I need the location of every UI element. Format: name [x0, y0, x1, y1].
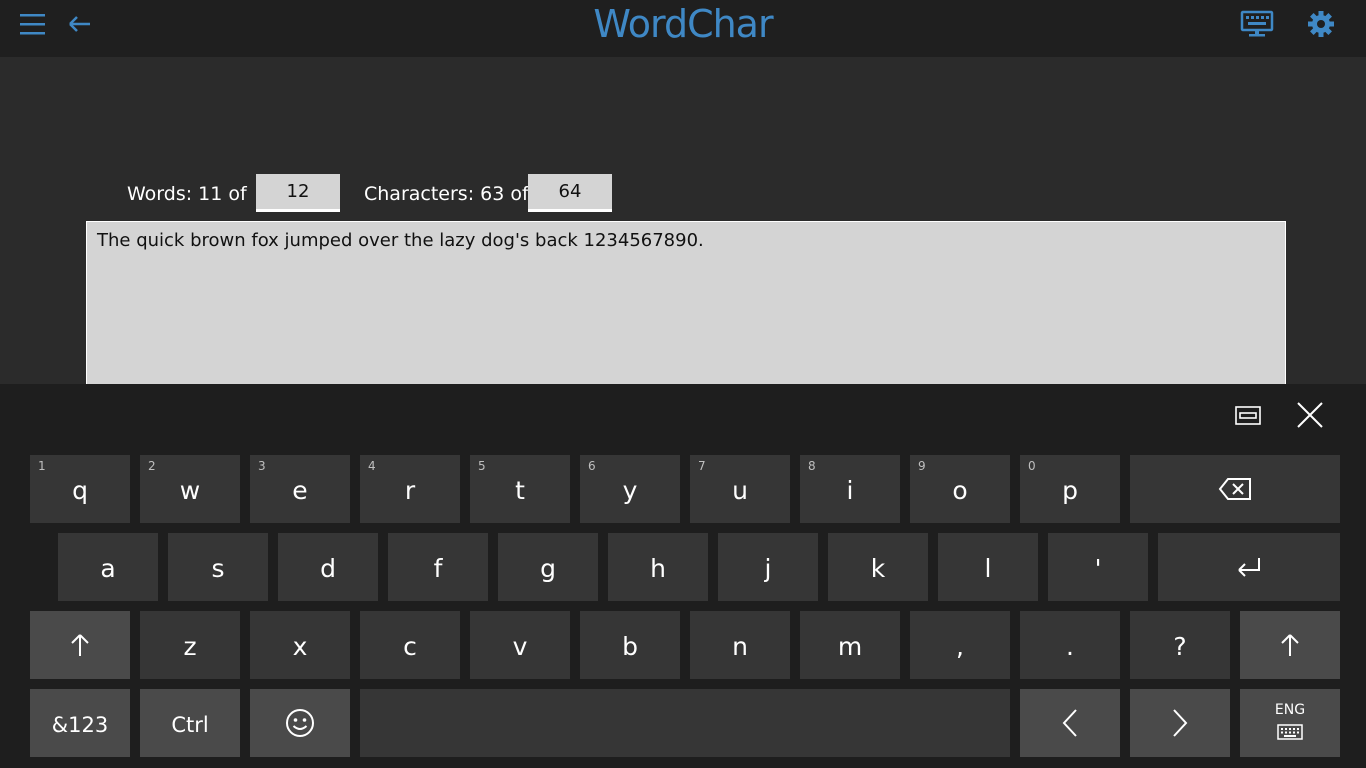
key-number-hint: 5 — [478, 459, 486, 473]
key[interactable]: f — [388, 533, 488, 601]
key[interactable]: . — [1020, 611, 1120, 679]
key-number-hint: 0 — [1028, 459, 1036, 473]
key-label: w — [179, 476, 201, 505]
emoji-key[interactable] — [250, 689, 350, 757]
left-arrow-icon — [1062, 709, 1077, 737]
dock-keyboard-icon[interactable] — [1234, 404, 1262, 428]
key-number-hint: 2 — [148, 459, 156, 473]
title-bar: WordChar — [0, 0, 1366, 57]
backspace-key[interactable] — [1130, 455, 1340, 523]
enter-key[interactable] — [1158, 533, 1340, 601]
key[interactable]: c — [360, 611, 460, 679]
key[interactable]: , — [910, 611, 1010, 679]
key-label: u — [732, 476, 748, 505]
key[interactable]: ? — [1130, 611, 1230, 679]
text-editor[interactable]: The quick brown fox jumped over the lazy… — [86, 221, 1286, 384]
key[interactable]: ' — [1048, 533, 1148, 601]
left-arrow-key[interactable] — [1020, 689, 1120, 757]
key-label: e — [292, 476, 308, 505]
backspace-icon — [1218, 478, 1251, 500]
right-arrow-key[interactable] — [1130, 689, 1230, 757]
key-number-hint: 6 — [588, 459, 596, 473]
key-number-hint: 3 — [258, 459, 266, 473]
key[interactable]: l — [938, 533, 1038, 601]
key[interactable]: m — [800, 611, 900, 679]
key[interactable]: z — [140, 611, 240, 679]
key[interactable]: 2w — [140, 455, 240, 523]
key-label: i — [846, 476, 854, 505]
key[interactable]: g — [498, 533, 598, 601]
characters-count-label: Characters: 63 of — [364, 183, 529, 205]
shift-icon — [71, 634, 89, 656]
words-limit-input[interactable]: 12 — [256, 174, 340, 212]
key-number-hint: 8 — [808, 459, 816, 473]
keyboard-display-icon[interactable] — [1240, 9, 1274, 39]
key[interactable]: d — [278, 533, 378, 601]
language-key[interactable]: ENG — [1240, 689, 1340, 757]
key[interactable]: k — [828, 533, 928, 601]
words-count-label: Words: 11 of — [127, 183, 247, 205]
keyboard-layout-icon — [1277, 724, 1303, 740]
key[interactable]: 5t — [470, 455, 570, 523]
close-keyboard-icon[interactable] — [1296, 401, 1324, 429]
key[interactable]: a — [58, 533, 158, 601]
key[interactable]: j — [718, 533, 818, 601]
app-title: WordChar — [593, 2, 773, 46]
key[interactable]: 4r — [360, 455, 460, 523]
key-label: q — [72, 476, 88, 505]
gear-icon[interactable] — [1306, 9, 1336, 39]
key-number-hint: 4 — [368, 459, 376, 473]
shift-icon — [1281, 634, 1299, 656]
key[interactable]: 3e — [250, 455, 350, 523]
key-label: t — [515, 476, 525, 505]
enter-icon — [1238, 558, 1260, 577]
key[interactable]: s — [168, 533, 268, 601]
key-number-hint: 9 — [918, 459, 926, 473]
key[interactable]: 9o — [910, 455, 1010, 523]
key[interactable]: b — [580, 611, 680, 679]
key-number-hint: 1 — [38, 459, 46, 473]
key[interactable]: 6y — [580, 455, 680, 523]
key-label: p — [1062, 476, 1078, 505]
symbols-key[interactable]: &123 — [30, 689, 130, 757]
ctrl-key[interactable]: Ctrl — [140, 689, 240, 757]
key[interactable]: n — [690, 611, 790, 679]
shift-right-key[interactable] — [1240, 611, 1340, 679]
characters-limit-input[interactable]: 64 — [528, 174, 612, 212]
shift-left-key[interactable] — [30, 611, 130, 679]
space-key[interactable] — [360, 689, 1010, 757]
key-label: r — [404, 476, 416, 505]
key[interactable]: h — [608, 533, 708, 601]
emoji-icon — [286, 709, 314, 737]
key[interactable]: x — [250, 611, 350, 679]
key[interactable]: 7u — [690, 455, 790, 523]
right-arrow-icon — [1173, 709, 1188, 737]
key[interactable]: 1q — [30, 455, 130, 523]
key[interactable]: v — [470, 611, 570, 679]
key[interactable]: 8i — [800, 455, 900, 523]
language-label: ENG — [1274, 702, 1306, 718]
key[interactable]: 0p — [1020, 455, 1120, 523]
key-number-hint: 7 — [698, 459, 706, 473]
key-label: o — [952, 476, 968, 505]
key-label: y — [622, 476, 638, 505]
